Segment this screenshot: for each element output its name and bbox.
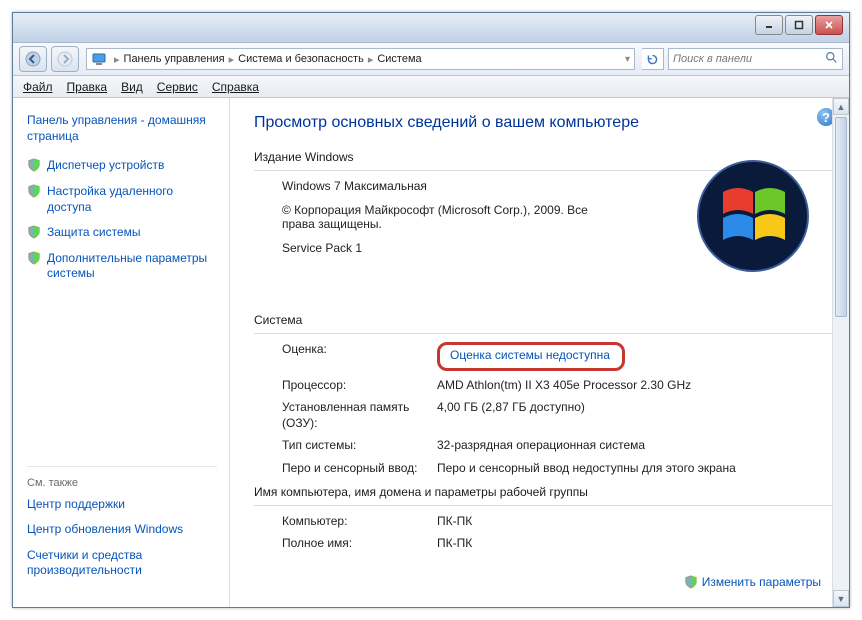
- change-settings-link[interactable]: Изменить параметры: [684, 575, 821, 589]
- breadcrumb-item[interactable]: Система и безопасность: [238, 53, 364, 65]
- scroll-up-icon[interactable]: ▲: [833, 98, 849, 115]
- fullname-value: ПК-ПК: [437, 536, 849, 552]
- shield-icon: [27, 158, 41, 172]
- sidebar-item-protection[interactable]: Защита системы: [27, 225, 217, 241]
- cpu-label: Процессор:: [282, 378, 437, 394]
- close-button[interactable]: [815, 15, 843, 35]
- breadcrumb-item[interactable]: Система: [377, 53, 421, 65]
- chevron-right-icon: ▸: [229, 53, 235, 66]
- sidebar-link-label: Дополнительные параметры системы: [47, 251, 217, 282]
- back-button[interactable]: [19, 46, 47, 72]
- menu-bar: Файл Правка Вид Сервис Справка: [13, 76, 849, 98]
- sidebar: Панель управления - домашняя страница Ди…: [13, 98, 230, 607]
- see-also-performance[interactable]: Счетчики и средства производительности: [27, 548, 217, 579]
- copyright-text: © Корпорация Майкрософт (Microsoft Corp.…: [282, 203, 622, 231]
- search-placeholder: Поиск в панели: [673, 53, 752, 65]
- divider: [254, 505, 849, 506]
- content-pane: ? Просмотр основных сведений о вашем ком…: [230, 98, 849, 607]
- maximize-button[interactable]: [785, 15, 813, 35]
- window-frame: ▸ Панель управления ▸ Система и безопасн…: [12, 12, 850, 608]
- sidebar-link-label: Настройка удаленного доступа: [47, 184, 217, 215]
- shield-icon: [27, 225, 41, 239]
- see-also-title: См. также: [27, 477, 217, 489]
- chevron-right-icon: ▸: [368, 53, 374, 66]
- menu-edit[interactable]: Правка: [67, 80, 108, 94]
- change-settings-label: Изменить параметры: [702, 575, 821, 589]
- shield-icon: [27, 184, 41, 198]
- computer-icon: [91, 51, 107, 67]
- pen-value: Перо и сенсорный ввод недоступны для это…: [437, 461, 849, 477]
- fullname-label: Полное имя:: [282, 536, 437, 552]
- see-also-action-center[interactable]: Центр поддержки: [27, 497, 217, 513]
- title-bar: [13, 13, 849, 43]
- scroll-thumb[interactable]: [835, 117, 847, 317]
- minimize-button[interactable]: [755, 15, 783, 35]
- sidebar-item-device-manager[interactable]: Диспетчер устройств: [27, 158, 217, 174]
- sidebar-item-remote[interactable]: Настройка удаленного доступа: [27, 184, 217, 215]
- menu-service[interactable]: Сервис: [157, 80, 198, 94]
- systype-value: 32-разрядная операционная система: [437, 438, 849, 454]
- breadcrumb[interactable]: ▸ Панель управления ▸ Система и безопасн…: [86, 48, 635, 70]
- system-title: Система: [254, 313, 849, 327]
- shield-icon: [684, 575, 698, 589]
- rating-link[interactable]: Оценка системы недоступна: [450, 348, 610, 362]
- page-title: Просмотр основных сведений о вашем компь…: [254, 114, 849, 132]
- menu-view[interactable]: Вид: [121, 80, 143, 94]
- computer-label: Компьютер:: [282, 514, 437, 530]
- breadcrumb-item[interactable]: Панель управления: [124, 53, 225, 65]
- sidebar-link-label: Диспетчер устройств: [47, 158, 164, 174]
- computer-value: ПК-ПК: [437, 514, 849, 530]
- refresh-button[interactable]: [642, 48, 664, 70]
- divider: [254, 333, 849, 334]
- sidebar-item-advanced[interactable]: Дополнительные параметры системы: [27, 251, 217, 282]
- rating-label: Оценка:: [282, 342, 437, 371]
- control-panel-home-link[interactable]: Панель управления - домашняя страница: [27, 112, 217, 144]
- cpu-value: AMD Athlon(tm) II X3 405e Processor 2.30…: [437, 378, 849, 394]
- chevron-right-icon: ▸: [114, 53, 120, 66]
- nav-bar: ▸ Панель управления ▸ Система и безопасн…: [13, 43, 849, 76]
- memory-value: 4,00 ГБ (2,87 ГБ доступно): [437, 400, 849, 431]
- workgroup-title: Имя компьютера, имя домена и параметры р…: [254, 485, 849, 499]
- scrollbar[interactable]: ▲ ▼: [832, 98, 849, 607]
- forward-button[interactable]: [51, 46, 79, 72]
- menu-help[interactable]: Справка: [212, 80, 259, 94]
- windows-logo-icon: [693, 156, 813, 276]
- sidebar-link-label: Защита системы: [47, 225, 140, 241]
- scroll-down-icon[interactable]: ▼: [833, 590, 849, 607]
- search-input[interactable]: Поиск в панели: [668, 48, 843, 70]
- pen-label: Перо и сенсорный ввод:: [282, 461, 437, 477]
- shield-icon: [27, 251, 41, 265]
- menu-file[interactable]: Файл: [23, 80, 53, 94]
- search-icon: [825, 51, 838, 67]
- memory-label: Установленная память (ОЗУ):: [282, 400, 437, 431]
- systype-label: Тип системы:: [282, 438, 437, 454]
- rating-highlight: Оценка системы недоступна: [437, 342, 625, 371]
- see-also-windows-update[interactable]: Центр обновления Windows: [27, 522, 217, 538]
